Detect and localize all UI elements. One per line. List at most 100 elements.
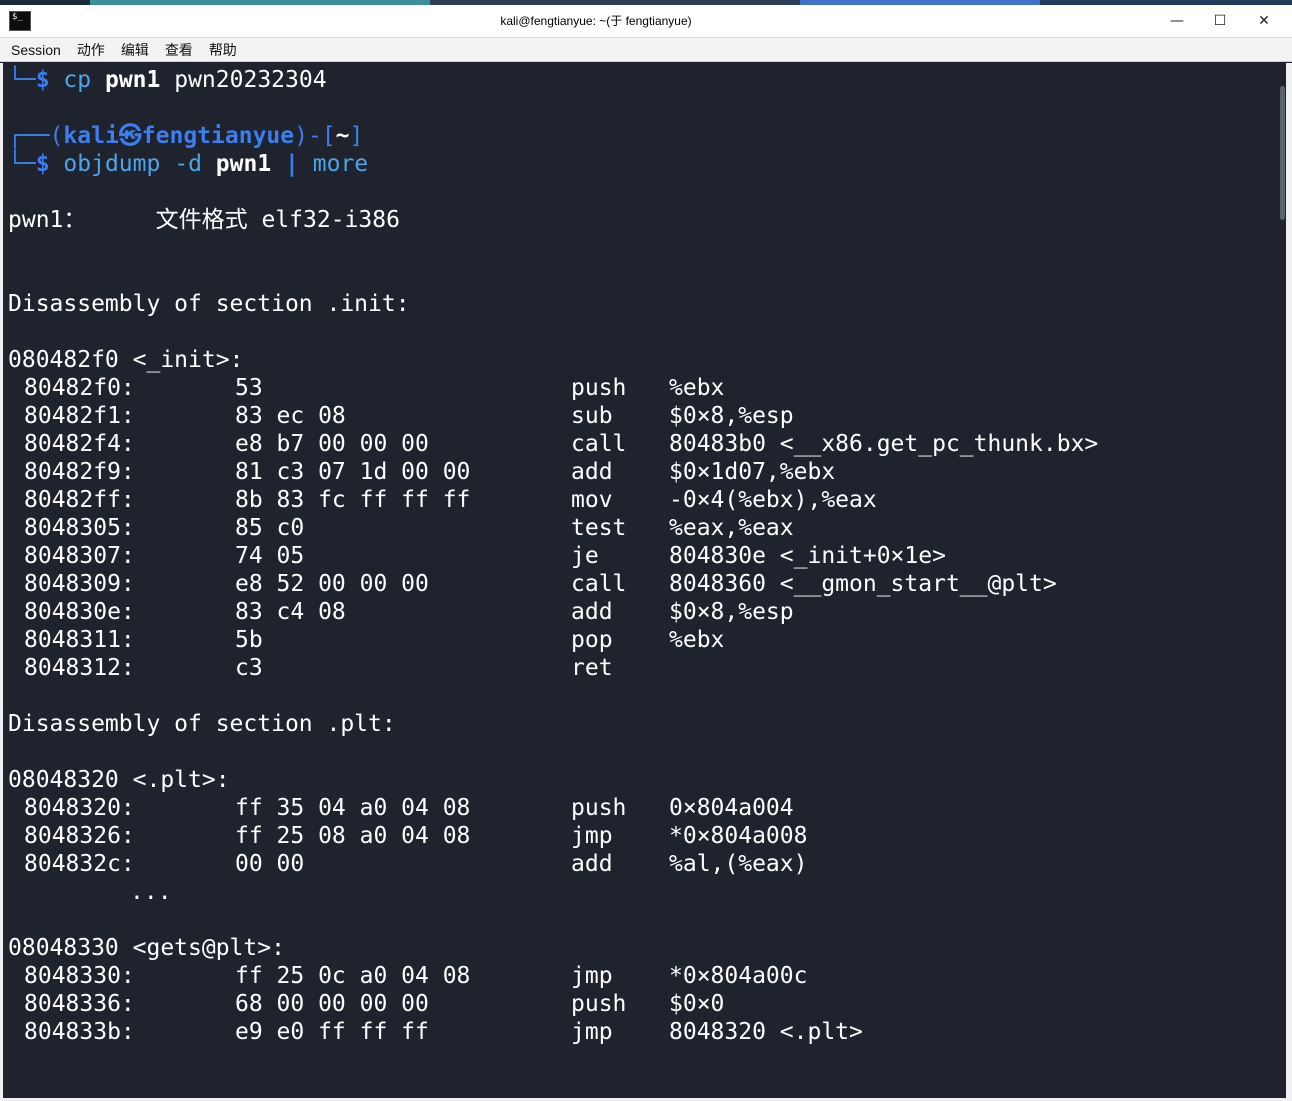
menu-help[interactable]: 帮助 [208, 40, 238, 60]
menu-view[interactable]: 查看 [164, 40, 194, 60]
section-plt-header: Disassembly of section .plt: [8, 711, 396, 737]
prompt-corner: ┌── [8, 123, 50, 149]
disasm-operands: %ebx [669, 627, 725, 653]
disasm-bytes: ff 25 08 a0 04 08 [235, 823, 471, 849]
disasm-mnemonic: jmp [571, 823, 613, 849]
disasm-operands: 8048320 <.plt> [669, 1019, 863, 1045]
disasm-mnemonic: push [571, 375, 627, 401]
command-flag: -d [174, 151, 202, 177]
prompt-dollar: $ [35, 151, 50, 177]
disasm-bytes: 00 00 [235, 851, 305, 877]
disasm-addr: 804833b: [24, 1019, 135, 1045]
close-button[interactable]: ✕ [1242, 8, 1286, 34]
disasm-operands: *0×804a008 [669, 823, 808, 849]
command-name: objdump [63, 151, 161, 177]
disasm-operands: 0×804a004 [669, 795, 794, 821]
disasm-addr: 804830e: [24, 599, 135, 625]
command-name: cp [63, 67, 92, 93]
disasm-mnemonic: add [571, 851, 613, 877]
disasm-mnemonic: push [571, 991, 627, 1017]
prompt-cwd: ~ [335, 123, 350, 149]
disasm-addr: 8048320: [24, 795, 135, 821]
minimize-button[interactable]: — [1155, 8, 1199, 34]
disasm-bytes: 74 05 [235, 543, 305, 569]
disasm-addr: 8048311: [24, 627, 135, 653]
disasm-bytes: ff 35 04 a0 04 08 [235, 795, 471, 821]
disasm-bytes: 83 ec 08 [235, 403, 346, 429]
prompt-bracket: ( [49, 123, 64, 149]
prev-command-line: └─$ cp pwn1 pwn20232304 [8, 66, 327, 94]
disasm-mnemonic: add [571, 599, 613, 625]
disasm-bytes: 85 c0 [235, 515, 305, 541]
disasm-bytes: 68 00 00 00 00 [235, 991, 429, 1017]
disasm-addr: 8048330: [24, 963, 135, 989]
title-bar[interactable]: kali@fengtianyue: ~(于 fengtianyue) — ☐ ✕ [0, 5, 1292, 38]
disasm-mnemonic: jmp [571, 963, 613, 989]
disasm-mnemonic: ret [571, 655, 613, 681]
disasm-addr: 8048312: [24, 655, 135, 681]
disasm-operands: $0×8,%esp [669, 599, 794, 625]
prompt-corner: └─ [8, 151, 36, 177]
disasm-addr: 80482f1: [24, 403, 135, 429]
disasm-bytes: 5b [235, 627, 263, 653]
disasm-addr: 804832c: [24, 851, 135, 877]
window-title: kali@fengtianyue: ~(于 fengtianyue) [500, 14, 692, 28]
scrollbar-thumb[interactable] [1280, 86, 1285, 220]
maximize-button[interactable]: ☐ [1198, 8, 1242, 34]
disasm-operands: 804830e <_init+0×1e> [669, 543, 946, 569]
file-format-line: pwn1： 文件格式 elf32-i386 [8, 207, 400, 233]
disasm-bytes: 8b 83 fc ff ff ff [235, 487, 471, 513]
disasm-mnemonic: call [571, 571, 627, 597]
prompt-bracket: ] [349, 123, 364, 149]
disasm-operands: $0×8,%esp [669, 403, 794, 429]
disasm-mnemonic: test [571, 515, 627, 541]
ellipsis-line: ... [130, 879, 172, 905]
disasm-operands: %ebx [669, 375, 725, 401]
disasm-bytes: 53 [235, 375, 263, 401]
disasm-bytes: c3 [235, 655, 263, 681]
disasm-mnemonic: push [571, 795, 627, 821]
menu-session[interactable]: Session [10, 42, 62, 58]
command-arg: pwn1 [104, 67, 161, 93]
disasm-addr: 8048307: [24, 543, 135, 569]
kali-at-icon: ㉿ [118, 123, 142, 149]
disasm-addr: 80482f0: [24, 375, 135, 401]
disasm-operands: %eax,%eax [669, 515, 794, 541]
disasm-bytes: 83 c4 08 [235, 599, 346, 625]
disasm-operands: *0×804a00c [669, 963, 808, 989]
section-init-header: Disassembly of section .init: [8, 291, 410, 317]
disasm-bytes: ff 25 0c a0 04 08 [235, 963, 471, 989]
current-command-line: └─$ objdump -d pwn1 | more [8, 150, 368, 178]
disasm-mnemonic: sub [571, 403, 613, 429]
prompt-user: kali [63, 123, 119, 149]
disasm-mnemonic: je [571, 543, 599, 569]
prompt-dollar: $ [35, 67, 50, 93]
disasm-addr: 8048326: [24, 823, 135, 849]
menu-bar: Session 动作 编辑 查看 帮助 [0, 38, 1292, 62]
disasm-bytes: e8 52 00 00 00 [235, 571, 429, 597]
terminal-window: kali@fengtianyue: ~(于 fengtianyue) — ☐ ✕… [0, 0, 1292, 1101]
disasm-mnemonic: add [571, 459, 613, 485]
disasm-addr: 80482f4: [24, 431, 135, 457]
menu-edit[interactable]: 编辑 [120, 40, 150, 60]
disasm-mnemonic: pop [571, 627, 613, 653]
prompt-corner: └─ [8, 67, 36, 93]
disasm-operands: 80483b0 <__x86.get_pc_thunk.bx> [669, 431, 1099, 457]
disasm-addr: 80482ff: [24, 487, 135, 513]
prompt-host: fengtianyue [141, 123, 295, 149]
disasm-addr: 8048336: [24, 991, 135, 1017]
disasm-mnemonic: call [571, 431, 627, 457]
disasm-addr: 80482f9: [24, 459, 135, 485]
disasm-bytes: e8 b7 00 00 00 [235, 431, 429, 457]
menu-actions[interactable]: 动作 [76, 40, 106, 60]
disasm-mnemonic: mov [571, 487, 613, 513]
window-right-border [1286, 63, 1292, 1101]
disasm-operands: $0×1d07,%ebx [669, 459, 836, 485]
disasm-bytes: 81 c3 07 1d 00 00 [235, 459, 471, 485]
command-arg: pwn1 [215, 151, 272, 177]
init-function-label: 080482f0 <_init>: [8, 347, 244, 373]
command-name: more [312, 151, 369, 177]
command-arg: pwn20232304 [174, 67, 327, 93]
disasm-mnemonic: jmp [571, 1019, 613, 1045]
disasm-operands: $0×0 [669, 991, 725, 1017]
